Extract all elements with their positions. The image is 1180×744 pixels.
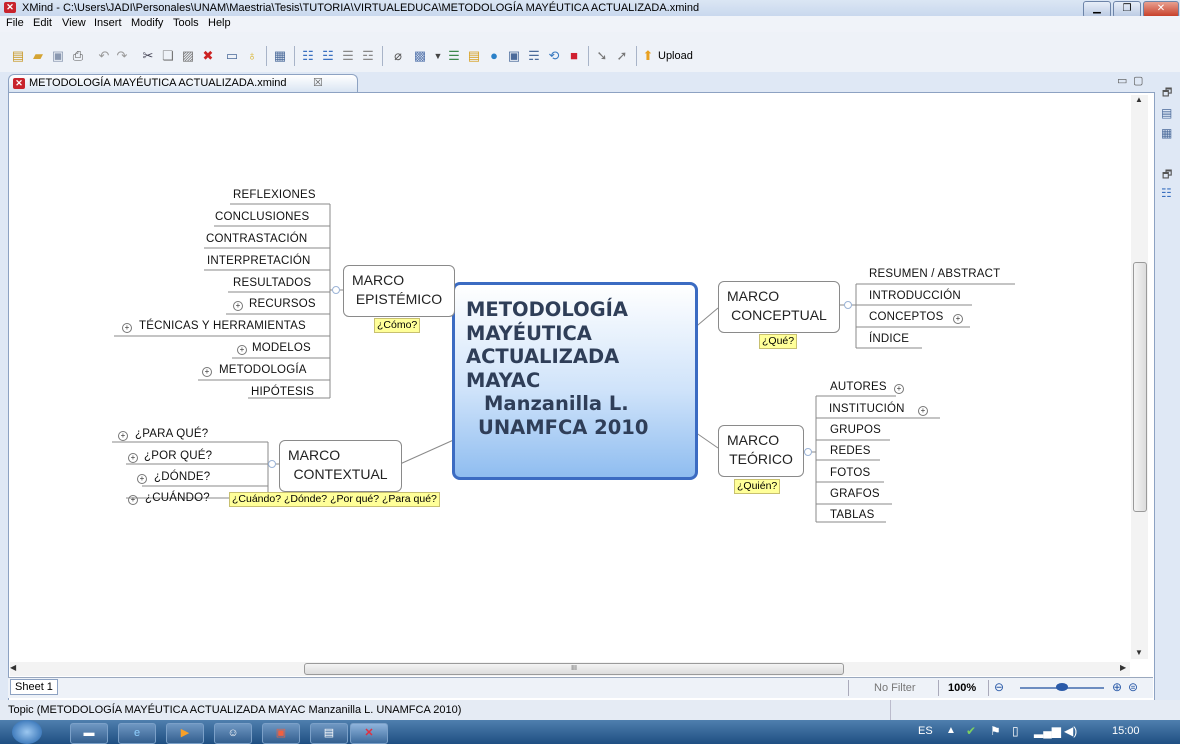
subtopic-grafos[interactable]: GRAFOS	[830, 488, 880, 500]
zoom-level[interactable]: 100%	[948, 682, 976, 694]
expand-icon[interactable]: +	[894, 384, 904, 394]
zoom-slider-handle[interactable]	[1056, 683, 1068, 691]
expand-icon[interactable]: +	[118, 431, 128, 441]
note-como[interactable]: ¿Cómo?	[374, 318, 421, 333]
central-topic-text: METODOLOGÍA MAYÉUTICA ACTUALIZADA MAYAC …	[466, 298, 680, 439]
subtopic-tecnicas[interactable]: TÉCNICAS Y HERRAMIENTAS	[139, 320, 306, 332]
expand-icon[interactable]: +	[128, 453, 138, 463]
central-line: UNAMFCA 2010	[478, 415, 649, 439]
word-icon[interactable]: ▤	[310, 723, 348, 744]
security-icon[interactable]: ✔	[966, 724, 976, 738]
expand-icon[interactable]: +	[233, 301, 243, 311]
subtopic-redes[interactable]: REDES	[830, 445, 871, 457]
flag-icon[interactable]: ⚑	[990, 724, 1001, 738]
central-line: MAYAC	[466, 368, 541, 392]
tray-arrow-icon[interactable]: ▲	[946, 725, 956, 736]
vertical-scrollbar[interactable]: ▲ ▼	[1131, 95, 1148, 659]
divider	[890, 700, 891, 720]
scroll-left-icon[interactable]: ◀	[10, 663, 16, 672]
topic-title-line: MARCO	[288, 447, 341, 463]
language-indicator[interactable]: ES	[918, 725, 933, 737]
explorer-icon[interactable]: ▬	[70, 723, 108, 744]
zoom-fit-icon[interactable]: ⊜	[1128, 680, 1138, 694]
clock[interactable]: 15:00	[1112, 725, 1140, 737]
subtopic-conceptos[interactable]: CONCEPTOS	[869, 311, 943, 323]
expand-icon[interactable]: +	[202, 367, 212, 377]
subtopic-para-que[interactable]: ¿PARA QUÉ?	[135, 428, 208, 440]
scroll-down-icon[interactable]: ▼	[1135, 648, 1143, 657]
status-bar: Topic (METODOLOGÍA MAYÉUTICA ACTUALIZADA…	[0, 700, 1180, 720]
battery-icon[interactable]: ▯	[1012, 724, 1019, 738]
divider	[938, 680, 939, 696]
subtopic-indice[interactable]: ÍNDICE	[869, 333, 909, 345]
expand-icon[interactable]: +	[122, 323, 132, 333]
horizontal-scroll-thumb[interactable]: III	[304, 663, 844, 675]
note-cuando-donde[interactable]: ¿Cuándo? ¿Dónde? ¿Por qué? ¿Para qué?	[229, 492, 440, 507]
media-icon[interactable]: ▶	[166, 723, 204, 744]
subtopic-hipotesis[interactable]: HIPÓTESIS	[251, 386, 314, 398]
subtopic-modelos[interactable]: MODELOS	[252, 342, 311, 354]
central-line: MAYÉUTICA	[466, 321, 592, 345]
scroll-right-icon[interactable]: ▶	[1120, 663, 1126, 672]
subtopic-grupos[interactable]: GRUPOS	[830, 424, 881, 436]
expand-icon[interactable]: +	[953, 314, 963, 324]
expand-icon[interactable]: +	[128, 495, 138, 505]
subtopic-interpretacion[interactable]: INTERPRETACIÓN	[207, 255, 311, 267]
zoom-in-icon[interactable]: ⊕	[1112, 680, 1122, 694]
zoom-out-icon[interactable]: ⊖	[994, 680, 1004, 694]
horizontal-scrollbar[interactable]: ◀ III ▶	[10, 662, 1130, 676]
topic-marco-teorico[interactable]: MARCO TEÓRICO	[718, 425, 804, 477]
topic-title-line: MARCO	[352, 272, 405, 288]
expand-icon[interactable]: +	[918, 406, 928, 416]
expand-icon[interactable]: +	[237, 345, 247, 355]
sheet-bar: Sheet 1 No Filter 100% ⊖ ⊕ ⊜	[8, 677, 1153, 698]
topic-title-line: EPISTÉMICO	[355, 291, 443, 307]
volume-icon[interactable]: ◀)	[1064, 724, 1077, 738]
central-line: Manzanilla L.	[484, 392, 629, 415]
central-line: METODOLOGÍA	[466, 298, 629, 321]
signal-icon[interactable]: ▂▄▆	[1034, 724, 1061, 738]
topic-title-line: CONCEPTUAL	[731, 307, 827, 323]
note-que[interactable]: ¿Qué?	[759, 334, 798, 349]
subtopic-reflexiones[interactable]: REFLEXIONES	[233, 189, 316, 201]
sheet-tab[interactable]: Sheet 1	[10, 679, 58, 695]
vertical-scroll-thumb[interactable]	[1133, 262, 1147, 512]
subtopic-resumen[interactable]: RESUMEN / ABSTRACT	[869, 268, 1000, 280]
topic-marco-conceptual[interactable]: MARCO CONCEPTUAL	[718, 281, 840, 333]
topic-marco-epistemico[interactable]: MARCO EPISTÉMICO	[343, 265, 455, 317]
topic-title-line: TEÓRICO	[729, 451, 793, 467]
divider	[848, 680, 849, 696]
topic-title-line: MARCO	[727, 288, 780, 304]
subtopic-resultados[interactable]: RESULTADOS	[233, 277, 311, 289]
subtopic-donde[interactable]: ¿DÓNDE?	[154, 471, 210, 483]
taskbar: ▬ e ▶ ☺ ▣ ▤ ✕ ES ▲ ✔ ⚑ ▯ ▂▄▆ ◀) 15:00	[0, 720, 1180, 744]
divider	[988, 680, 989, 696]
xmind-taskbar-icon[interactable]: ✕	[350, 723, 388, 744]
note-quien[interactable]: ¿Quién?	[734, 479, 781, 494]
topic-title-line: MARCO	[727, 432, 780, 448]
start-button[interactable]	[12, 720, 42, 744]
subtopic-tablas[interactable]: TABLAS	[830, 509, 874, 521]
subtopic-cuando[interactable]: ¿CUÁNDO?	[145, 492, 210, 504]
scroll-up-icon[interactable]: ▲	[1135, 95, 1143, 104]
topic-title-line: CONTEXTUAL	[293, 466, 388, 482]
ie-icon[interactable]: e	[118, 723, 156, 744]
status-text: Topic (METODOLOGÍA MAYÉUTICA ACTUALIZADA…	[8, 704, 462, 716]
users-icon[interactable]: ☺	[214, 723, 252, 744]
central-line: ACTUALIZADA	[466, 345, 620, 368]
filter-label[interactable]: No Filter	[874, 682, 916, 694]
subtopic-institucion[interactable]: INSTITUCIÓN	[829, 403, 905, 415]
subtopic-fotos[interactable]: FOTOS	[830, 467, 870, 479]
subtopic-recursos[interactable]: RECURSOS	[249, 298, 316, 310]
subtopic-metodologia[interactable]: METODOLOGÍA	[219, 364, 307, 376]
subtopic-contrastacion[interactable]: CONTRASTACIÓN	[206, 233, 307, 245]
subtopic-conclusiones[interactable]: CONCLUSIONES	[215, 211, 309, 223]
pdf-icon[interactable]: ▣	[262, 723, 300, 744]
subtopic-introduccion[interactable]: INTRODUCCIÓN	[869, 290, 961, 302]
expand-icon[interactable]: +	[137, 474, 147, 484]
subtopic-por-que[interactable]: ¿POR QUÉ?	[144, 450, 212, 462]
topic-marco-contextual[interactable]: MARCO CONTEXTUAL	[279, 440, 402, 492]
subtopic-autores[interactable]: AUTORES	[830, 381, 887, 393]
